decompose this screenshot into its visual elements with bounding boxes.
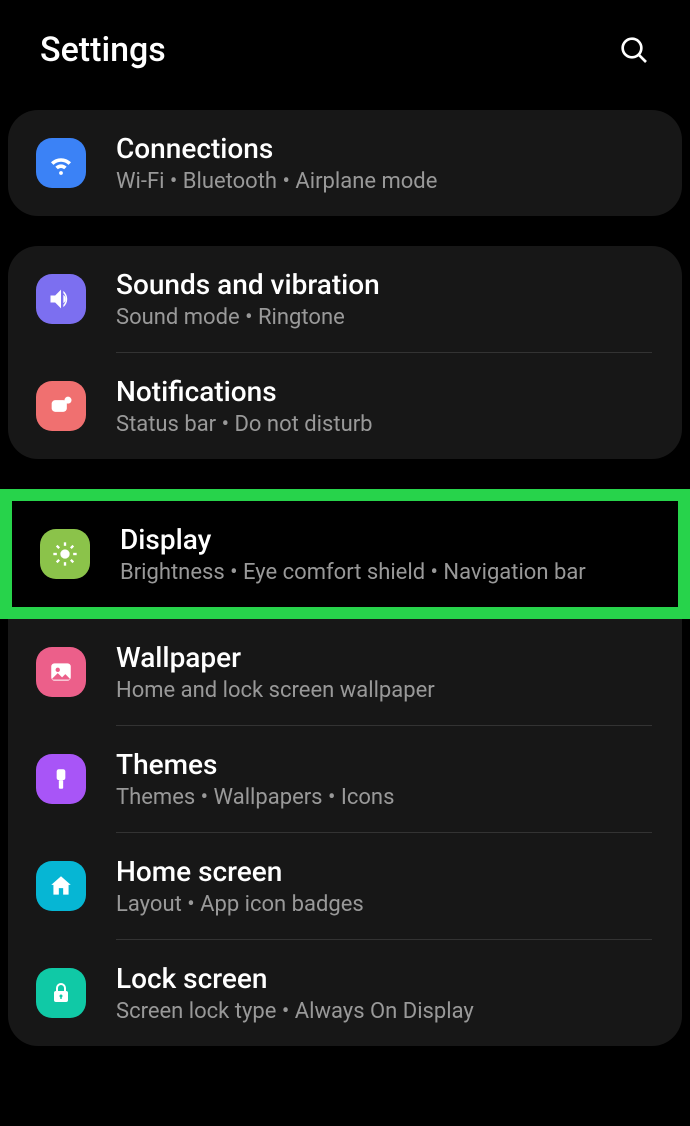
item-text: Notifications Status bar • Do not distur… (116, 375, 654, 437)
settings-item-themes[interactable]: Themes Themes • Wallpapers • Icons (8, 726, 682, 832)
settings-item-notifications[interactable]: Notifications Status bar • Do not distur… (8, 353, 682, 459)
item-title: Display (120, 523, 650, 556)
settings-item-connections[interactable]: Connections Wi-Fi • Bluetooth • Airplane… (8, 110, 682, 216)
settings-item-display[interactable]: Display Brightness • Eye comfort shield … (12, 501, 678, 607)
image-icon (36, 647, 86, 697)
item-text: Wallpaper Home and lock screen wallpaper (116, 641, 654, 703)
settings-group: Sounds and vibration Sound mode • Ringto… (8, 246, 682, 459)
item-subtitle: Wi-Fi • Bluetooth • Airplane mode (116, 169, 654, 194)
settings-item-sounds[interactable]: Sounds and vibration Sound mode • Ringto… (8, 246, 682, 352)
item-title: Home screen (116, 855, 654, 888)
page-title: Settings (40, 30, 166, 70)
settings-group: Wallpaper Home and lock screen wallpaper… (8, 619, 682, 1046)
home-icon (36, 861, 86, 911)
item-title: Wallpaper (116, 641, 654, 674)
item-subtitle: Layout • App icon badges (116, 892, 654, 917)
settings-group: Display Brightness • Eye comfort shield … (12, 501, 678, 607)
notification-icon (36, 381, 86, 431)
item-text: Connections Wi-Fi • Bluetooth • Airplane… (116, 132, 654, 194)
item-subtitle: Screen lock type • Always On Display (116, 999, 654, 1024)
settings-group: Connections Wi-Fi • Bluetooth • Airplane… (8, 110, 682, 216)
item-subtitle: Themes • Wallpapers • Icons (116, 785, 654, 810)
brightness-icon (40, 529, 90, 579)
item-subtitle: Brightness • Eye comfort shield • Naviga… (120, 560, 650, 585)
item-title: Notifications (116, 375, 654, 408)
settings-item-home-screen[interactable]: Home screen Layout • App icon badges (8, 833, 682, 939)
settings-item-lock-screen[interactable]: Lock screen Screen lock type • Always On… (8, 940, 682, 1046)
item-title: Sounds and vibration (116, 268, 654, 301)
item-title: Themes (116, 748, 654, 781)
item-text: Sounds and vibration Sound mode • Ringto… (116, 268, 654, 330)
wifi-icon (36, 138, 86, 188)
lock-icon (36, 968, 86, 1018)
item-subtitle: Home and lock screen wallpaper (116, 678, 654, 703)
item-text: Lock screen Screen lock type • Always On… (116, 962, 654, 1024)
speaker-icon (36, 274, 86, 324)
item-text: Display Brightness • Eye comfort shield … (120, 523, 650, 585)
item-subtitle: Status bar • Do not disturb (116, 412, 654, 437)
header: Settings (0, 0, 690, 110)
item-title: Lock screen (116, 962, 654, 995)
item-subtitle: Sound mode • Ringtone (116, 305, 654, 330)
settings-item-wallpaper[interactable]: Wallpaper Home and lock screen wallpaper (8, 619, 682, 725)
search-icon[interactable] (618, 34, 650, 66)
brush-icon (36, 754, 86, 804)
item-text: Home screen Layout • App icon badges (116, 855, 654, 917)
item-title: Connections (116, 132, 654, 165)
highlight-box: Display Brightness • Eye comfort shield … (0, 489, 690, 619)
item-text: Themes Themes • Wallpapers • Icons (116, 748, 654, 810)
